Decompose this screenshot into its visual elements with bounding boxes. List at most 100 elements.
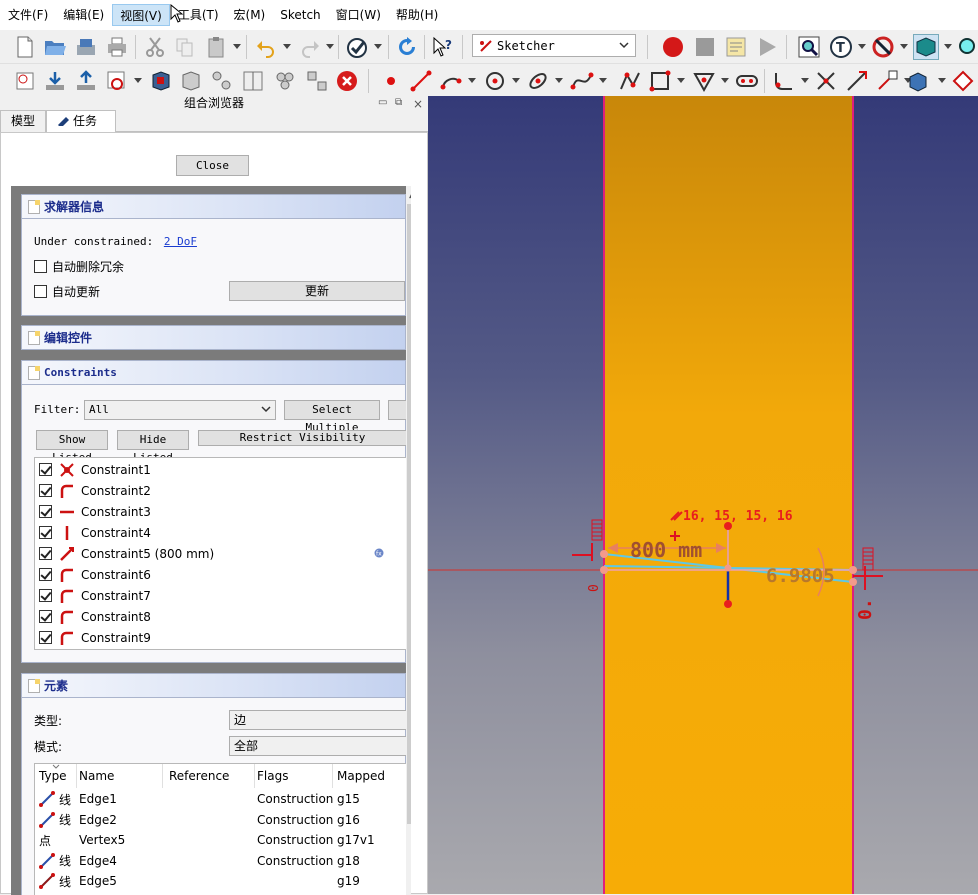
constraint-checkbox[interactable] <box>39 589 52 602</box>
constraint-checkbox[interactable] <box>39 547 52 560</box>
map-sketch-button[interactable] <box>104 68 130 94</box>
view-selection-button[interactable] <box>913 34 939 60</box>
no-icon-button[interactable] <box>870 34 896 60</box>
chevron-down-icon[interactable] <box>944 44 952 50</box>
text-document-button[interactable]: T <box>828 34 854 60</box>
constraint-row[interactable]: Constraint3 <box>35 501 406 522</box>
create-arc-button[interactable] <box>438 68 464 94</box>
workbench-selector[interactable]: Sketcher <box>472 34 636 57</box>
new-document-button[interactable] <box>12 34 38 60</box>
filter-select[interactable]: All <box>84 400 276 420</box>
construction-mode-button[interactable] <box>950 68 976 94</box>
sketch-canvas[interactable]: 800 mm 6.9805 16, 15, 15, 16 0 0. <box>428 96 978 894</box>
left-constraint-marker[interactable] <box>572 519 603 561</box>
chevron-down-icon[interactable] <box>900 44 908 50</box>
undo-button[interactable] <box>253 34 279 60</box>
chevron-down-icon[interactable] <box>599 78 607 84</box>
whats-this-button[interactable]: ? <box>430 34 456 60</box>
chevron-down-icon[interactable] <box>374 44 382 50</box>
show-listed-button[interactable]: Show Listed <box>36 430 108 464</box>
table-row[interactable]: 线 Edge4 Construction g18 <box>35 851 406 872</box>
table-row[interactable]: 点 Vertex5 Construction g17v1 <box>35 830 406 851</box>
vertex-point[interactable] <box>724 600 732 608</box>
constraint-row[interactable]: Constraint1 <box>35 459 406 480</box>
select-multiple-button[interactable]: Select Multiple <box>284 400 380 434</box>
clone-button[interactable] <box>272 68 298 94</box>
fillet-button[interactable] <box>771 68 797 94</box>
macro-stop-button[interactable] <box>692 34 718 60</box>
constraint-row[interactable]: Constraint5 (800 mm) fx <box>35 543 406 564</box>
chevron-down-icon[interactable] <box>134 78 142 84</box>
constraint-row[interactable]: Constraint7 <box>35 585 406 606</box>
chevron-down-icon[interactable] <box>326 44 334 50</box>
create-rectangle-button[interactable] <box>647 68 673 94</box>
macro-record-button[interactable] <box>660 34 686 60</box>
macro-edit-button[interactable] <box>723 34 749 60</box>
3d-viewport[interactable]: 800 mm 6.9805 16, 15, 15, 16 0 0. <box>428 96 978 894</box>
chevron-down-icon[interactable] <box>677 78 685 84</box>
constraint-checkbox[interactable] <box>39 610 52 623</box>
constraints-header[interactable]: Constraints <box>22 361 405 385</box>
std-view-fit-button[interactable] <box>796 34 822 60</box>
merge-sketches-button[interactable] <box>209 68 235 94</box>
scroll-up-icon[interactable]: ▲ <box>409 190 411 200</box>
copy-button[interactable] <box>172 34 198 60</box>
right-constraint-marker[interactable] <box>853 547 883 590</box>
macro-run-button[interactable] <box>754 34 780 60</box>
chevron-down-icon[interactable] <box>512 78 520 84</box>
print-button[interactable] <box>104 34 130 60</box>
constraint-checkbox[interactable] <box>39 568 52 581</box>
update-button[interactable]: 更新 <box>229 281 405 301</box>
constraint-row[interactable]: Constraint6 <box>35 564 406 585</box>
create-polygon-button[interactable] <box>691 68 717 94</box>
new-sketch-button[interactable] <box>12 68 38 94</box>
view-sketch-button[interactable] <box>73 68 99 94</box>
auto-update-checkbox[interactable] <box>34 285 47 298</box>
float-icon[interactable]: ▭ <box>378 97 387 108</box>
chevron-down-icon[interactable] <box>468 78 476 84</box>
constraint-row[interactable]: Constraint2 <box>35 480 406 501</box>
reorient-button[interactable] <box>148 68 174 94</box>
trim-button[interactable] <box>813 68 839 94</box>
vertex-point[interactable] <box>600 550 608 558</box>
chevron-down-icon[interactable] <box>233 44 241 50</box>
constraint-checkbox[interactable] <box>39 631 52 644</box>
tangent-constraint-marker[interactable]: 16, 15, 15, 16 <box>670 509 793 524</box>
tab-tasks[interactable]: 任务 <box>46 110 116 133</box>
tab-model[interactable]: 模型 <box>0 110 46 132</box>
chevron-down-icon[interactable] <box>555 78 563 84</box>
zoom-button[interactable] <box>955 34 978 60</box>
menu-view[interactable]: 视图(V) <box>112 4 170 26</box>
scrollbar-thumb[interactable] <box>407 204 411 824</box>
close-sketch-button[interactable] <box>334 68 360 94</box>
col-mapped[interactable]: Mapped <box>337 764 406 788</box>
extend-button[interactable] <box>844 68 870 94</box>
constraint-checkbox[interactable] <box>39 484 52 497</box>
constraint-checkbox[interactable] <box>39 505 52 518</box>
type-select[interactable]: 边 <box>229 710 407 730</box>
chevron-down-icon[interactable] <box>801 78 809 84</box>
restore-icon[interactable]: ⧉ <box>395 97 402 108</box>
create-point-button[interactable] <box>378 68 404 94</box>
create-slot-button[interactable] <box>734 68 760 94</box>
constraint-row[interactable]: Constraint4 <box>35 522 406 543</box>
redo-button[interactable] <box>297 34 323 60</box>
solver-info-header[interactable]: 求解器信息 <box>22 195 405 219</box>
table-row[interactable]: 线 Edge1 Construction g15 <box>35 789 406 810</box>
create-circle-button[interactable] <box>482 68 508 94</box>
create-ellipse-button[interactable] <box>525 68 551 94</box>
validate-button[interactable] <box>178 68 204 94</box>
menu-window[interactable]: 窗口(W) <box>329 4 388 26</box>
chevron-down-icon[interactable] <box>283 44 291 50</box>
create-polyline-button[interactable] <box>617 68 643 94</box>
mode-select[interactable]: 全部 <box>229 736 407 756</box>
col-name[interactable]: Name <box>79 764 163 788</box>
constraint-checkbox[interactable] <box>39 526 52 539</box>
table-row[interactable]: 线 Edge2 Construction g16 <box>35 810 406 831</box>
distance-label[interactable]: 800 mm <box>630 538 702 562</box>
menu-edit[interactable]: 编辑(E) <box>56 4 111 26</box>
chevron-down-icon[interactable] <box>938 78 946 84</box>
paste-button[interactable] <box>203 34 229 60</box>
auto-remove-checkbox[interactable] <box>34 260 47 273</box>
external-geometry-button[interactable] <box>874 68 900 94</box>
